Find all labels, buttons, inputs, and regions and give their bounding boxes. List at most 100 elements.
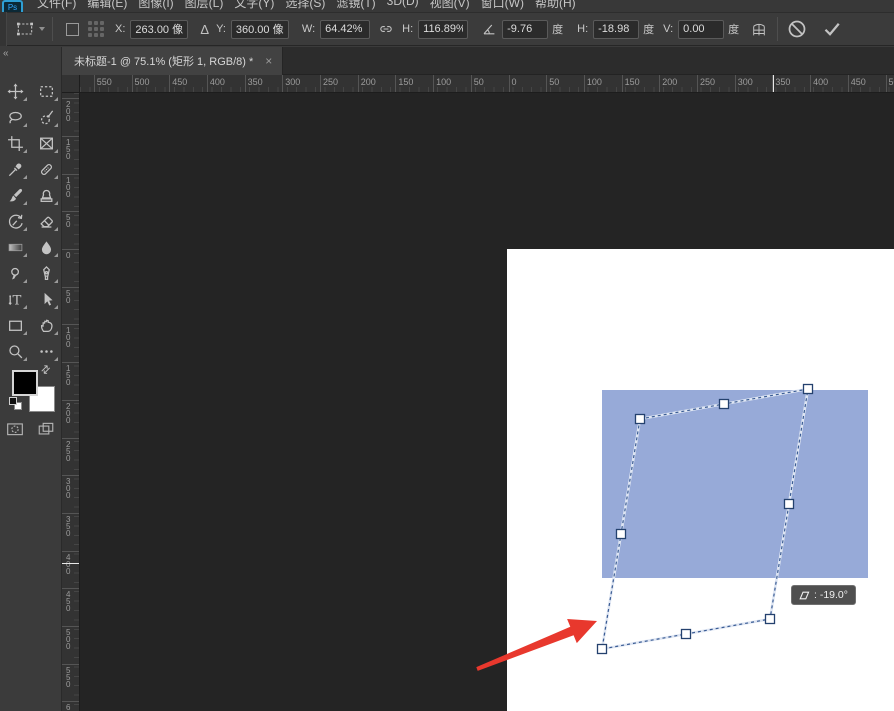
- move-tool[interactable]: [0, 78, 31, 104]
- menu-item-10[interactable]: 帮助(H): [535, 0, 576, 11]
- edit-toolbar[interactable]: [31, 338, 62, 364]
- ruler-label: 400: [813, 77, 828, 87]
- dodge-tool[interactable]: [0, 260, 31, 286]
- close-icon[interactable]: ×: [265, 54, 272, 68]
- pen-tool[interactable]: [31, 260, 62, 286]
- ruler-tick: [132, 75, 133, 93]
- blur-tool[interactable]: [31, 234, 62, 260]
- reference-point-toggle[interactable]: [66, 23, 79, 36]
- foreground-color-swatch[interactable]: [12, 370, 38, 396]
- zoom-tool[interactable]: [0, 338, 31, 364]
- ruler-label: 350: [775, 77, 790, 87]
- ruler-tick: [735, 75, 736, 93]
- menu-items: 文件(F) 编辑(E) 图像(I) 图层(L) 文字(Y) 选择(S) 滤镜(T) 3D(D)…: [37, 0, 587, 11]
- ruler-tick: [62, 513, 80, 514]
- height-input[interactable]: [418, 20, 468, 39]
- warp-mode-icon[interactable]: [750, 21, 768, 38]
- free-transform-icon[interactable]: [15, 20, 35, 38]
- ruler-tick: [62, 287, 80, 288]
- rotate-angle-icon: [481, 21, 497, 37]
- ruler-tick: [94, 75, 95, 93]
- skew-icon: [799, 591, 810, 600]
- ruler-label: 500: [889, 77, 894, 87]
- path-selection-tool[interactable]: [31, 286, 62, 312]
- vskew-input[interactable]: [678, 20, 724, 39]
- menu-item-6[interactable]: 滤镜(T): [336, 0, 375, 11]
- ruler-label: 3 5 0: [66, 516, 70, 537]
- frame-tool[interactable]: [31, 130, 62, 156]
- ruler-label: 300: [285, 77, 300, 87]
- reference-point-locator[interactable]: [88, 21, 104, 37]
- move-icon: [7, 83, 24, 100]
- ruler-tick: [62, 588, 80, 589]
- eraser-tool[interactable]: [31, 208, 62, 234]
- document-tab[interactable]: 未标题-1 @ 75.1% (矩形 1, RGB/8) * ×: [62, 47, 283, 75]
- healing-brush-tool[interactable]: [31, 156, 62, 182]
- ruler-origin-corner[interactable]: [62, 75, 80, 93]
- crop-tool[interactable]: [0, 130, 31, 156]
- ruler-label: 150: [625, 77, 640, 87]
- rectangle-tool[interactable]: [0, 312, 31, 338]
- swap-colors-icon[interactable]: ⇄: [38, 362, 54, 378]
- width-input[interactable]: [320, 20, 370, 39]
- menu-item-5[interactable]: 选择(S): [285, 0, 325, 11]
- ruler-label: 1 5 0: [66, 139, 70, 160]
- default-colors-icon[interactable]: [9, 397, 23, 411]
- menu-item-0[interactable]: 文件(F): [37, 0, 76, 11]
- clone-stamp-icon: [38, 187, 55, 204]
- ruler-label: 5 5 0: [66, 667, 70, 688]
- screen-mode-icon[interactable]: [36, 420, 56, 443]
- x-input[interactable]: [130, 20, 188, 39]
- menu-item-8[interactable]: 视图(V): [430, 0, 470, 11]
- gradient-icon: [7, 239, 24, 256]
- ruler-tick: [62, 324, 80, 325]
- vertical-ruler[interactable]: 2 0 01 5 01 0 05 005 01 0 01 5 02 0 02 5…: [62, 93, 80, 711]
- link-dimensions-icon[interactable]: [378, 21, 394, 37]
- quick-selection-tool[interactable]: [31, 104, 62, 130]
- horizontal-ruler[interactable]: 5505004504003503002502001501005005010015…: [80, 75, 894, 93]
- ruler-tick: [848, 75, 849, 93]
- quick-mask-icon[interactable]: [5, 420, 25, 443]
- ruler-label: 200: [361, 77, 376, 87]
- menu-item-9[interactable]: 窗口(W): [481, 0, 524, 11]
- collapse-panel-icon[interactable]: «: [3, 48, 8, 59]
- cancel-transform-button[interactable]: [787, 19, 807, 39]
- ruler-label: 450: [851, 77, 866, 87]
- vskew-label: V:: [663, 23, 673, 35]
- chevron-down-icon[interactable]: [39, 27, 45, 31]
- ruler-label: 1 0 0: [66, 327, 70, 348]
- menu-item-2[interactable]: 图像(I): [138, 0, 173, 11]
- history-brush-tool[interactable]: [0, 208, 31, 234]
- ruler-label: 50: [474, 77, 484, 87]
- commit-transform-button[interactable]: [821, 19, 843, 39]
- rotate-input[interactable]: [502, 20, 548, 39]
- skew-angle-tooltip: : -19.0°: [791, 585, 856, 605]
- x-label: X:: [115, 23, 125, 35]
- hskew-input[interactable]: [593, 20, 639, 39]
- clone-stamp-tool[interactable]: [31, 182, 62, 208]
- gradient-tool[interactable]: [0, 234, 31, 260]
- menu-item-1[interactable]: 编辑(E): [87, 0, 127, 11]
- marquee-tool[interactable]: [31, 78, 62, 104]
- menu-item-3[interactable]: 图层(L): [185, 0, 224, 11]
- delta-icon[interactable]: Δ: [200, 22, 209, 37]
- eyedropper-tool[interactable]: [0, 156, 31, 182]
- ellipsis-icon: [38, 343, 55, 360]
- eraser-icon: [38, 213, 55, 230]
- ruler-label: 0: [512, 77, 517, 87]
- menu-item-4[interactable]: 文字(Y): [234, 0, 274, 11]
- ruler-label: 500: [135, 77, 150, 87]
- toolbar: T ⇄: [0, 75, 62, 711]
- type-tool[interactable]: T: [0, 286, 31, 312]
- ruler-label: 4 5 0: [66, 591, 70, 612]
- lasso-tool[interactable]: [0, 104, 31, 130]
- menu-item-7[interactable]: 3D(D): [387, 0, 419, 11]
- pasteboard[interactable]: [80, 93, 894, 711]
- y-input[interactable]: [231, 20, 289, 39]
- ruler-label: 2 5 0: [66, 441, 70, 462]
- tool-grid: T: [0, 78, 62, 364]
- hand-tool[interactable]: [31, 312, 62, 338]
- blue-rectangle-shape[interactable]: [602, 390, 868, 578]
- brush-tool[interactable]: [0, 182, 31, 208]
- ruler-tick: [62, 362, 80, 363]
